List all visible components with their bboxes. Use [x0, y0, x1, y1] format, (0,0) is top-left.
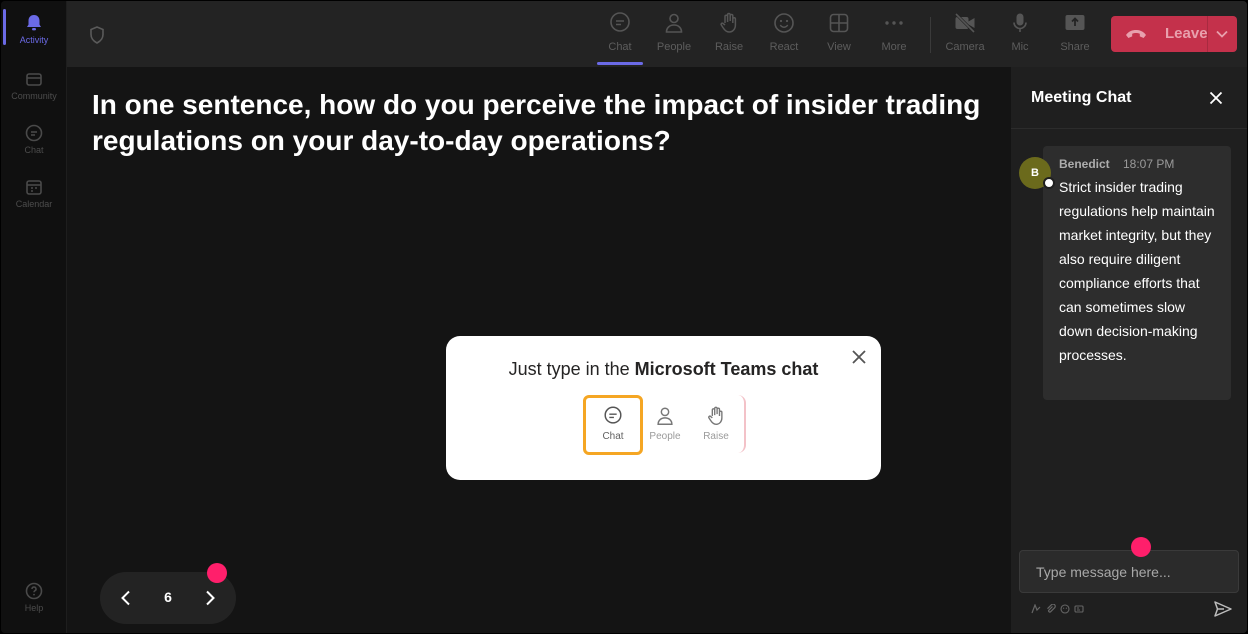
more-icon [885, 21, 903, 25]
tip-chat-button: Chat [583, 395, 643, 455]
chat-icon [25, 124, 43, 142]
rail-item-activity[interactable]: Activity [1, 7, 67, 55]
toolbar-view-label: View [827, 41, 851, 53]
rail-item-label: Community [11, 91, 57, 101]
toolbar-raise-button[interactable]: Raise [706, 11, 752, 61]
rail-item-community[interactable]: Community [1, 63, 67, 111]
smiley-icon [774, 13, 794, 33]
chat-icon [610, 12, 630, 32]
tip-toolbar-preview: Chat People Raise [583, 395, 746, 455]
rail-item-chat[interactable]: Chat [1, 117, 67, 165]
toolbar-view-button[interactable]: View [816, 11, 862, 61]
message-author: Benedict [1059, 157, 1110, 171]
shield-icon[interactable] [87, 25, 107, 45]
help-icon [25, 582, 43, 600]
message-time: 18:07 PM [1123, 157, 1175, 171]
meeting-chat-panel: Meeting Chat Benedict 18:07 PM Strict in… [1011, 67, 1247, 633]
chat-icon [604, 406, 622, 424]
rail-item-label: Help [24, 603, 44, 613]
pointer-indicator [207, 563, 227, 583]
tip-bold-text: Microsoft Teams chat [634, 359, 819, 379]
rail-item-help[interactable]: Help [1, 575, 67, 623]
toolbar-mic-label: Mic [1011, 41, 1029, 53]
rail-item-label: Activity [19, 35, 49, 45]
toolbar-raise-label: Raise [714, 41, 744, 53]
raise-hand-icon [708, 406, 723, 425]
rail-item-label: Chat [24, 145, 44, 155]
toolbar-react-label: React [769, 41, 799, 53]
close-icon[interactable] [851, 349, 867, 365]
message-input[interactable] [1019, 550, 1239, 593]
mic-icon [1013, 13, 1027, 32]
toolbar-share-label: Share [1060, 41, 1090, 53]
gif-icon[interactable] [1074, 604, 1084, 614]
close-icon[interactable] [1209, 91, 1223, 105]
toolbar-camera-button[interactable]: Camera [942, 11, 988, 61]
toolbar-divider [930, 17, 931, 53]
tip-chat-label: Chat [602, 431, 624, 442]
page-number: 6 [164, 589, 172, 605]
attach-icon[interactable] [1046, 604, 1056, 614]
toolbar-more-label: More [881, 41, 907, 53]
rail-item-label: Calendar [15, 199, 53, 209]
chat-title: Meeting Chat [1031, 89, 1132, 106]
toolbar-mic-button[interactable]: Mic [997, 11, 1043, 61]
toolbar-more-button[interactable]: More [871, 11, 917, 61]
people-icon [657, 407, 673, 425]
chevron-right-icon[interactable] [200, 588, 220, 608]
toolbar-people-label: People [656, 41, 692, 53]
toolbar-share-button[interactable]: Share [1052, 11, 1098, 61]
tip-text: Just type in the Microsoft Teams chat [446, 359, 881, 380]
calendar-icon [26, 180, 42, 195]
format-icon[interactable] [1031, 604, 1041, 614]
chat-message: Benedict 18:07 PM Strict insider trading… [1043, 146, 1231, 400]
tip-prefix: Just type in the [508, 359, 635, 379]
toolbar-people-button[interactable]: People [651, 11, 697, 61]
active-tab-indicator [597, 62, 643, 65]
community-icon [26, 73, 42, 86]
app-rail: Activity Community Chat Calendar Help [1, 1, 67, 633]
send-icon[interactable] [1213, 599, 1233, 619]
pointer-indicator [1131, 537, 1151, 557]
camera-off-icon [954, 12, 976, 34]
message-text: Strict insider trading regulations help … [1059, 179, 1215, 363]
presentation-stage: In one sentence, how do you perceive the… [67, 67, 1011, 633]
leave-button[interactable]: Leave [1111, 16, 1237, 52]
toolbar-chat-label: Chat [608, 41, 632, 53]
bell-icon [27, 15, 41, 31]
meeting-toolbar: Chat People Raise React View More Camera [67, 1, 1247, 67]
teams-window: Activity Community Chat Calendar Help Ch… [1, 1, 1247, 633]
chat-tip-popup: Just type in the Microsoft Teams chat Ch… [446, 336, 881, 480]
share-icon [1065, 15, 1085, 30]
leave-label: Leave [1165, 25, 1208, 42]
raise-hand-icon [720, 12, 737, 33]
tip-raise-label: Raise [703, 431, 729, 442]
grid-icon [829, 13, 849, 33]
leave-separator [1207, 16, 1208, 52]
chevron-left-icon[interactable] [116, 588, 136, 608]
presence-indicator [1043, 177, 1055, 189]
toolbar-chat-button[interactable]: Chat [597, 11, 643, 61]
chat-header: Meeting Chat [1011, 67, 1247, 129]
hang-up-icon [1126, 30, 1146, 38]
tip-raise-button: Raise [686, 395, 746, 455]
chevron-down-icon[interactable] [1215, 28, 1229, 40]
emoji-icon[interactable] [1060, 604, 1070, 614]
toolbar-camera-label: Camera [945, 41, 985, 53]
toolbar-react-button[interactable]: React [761, 11, 807, 61]
rail-item-calendar[interactable]: Calendar [1, 171, 67, 219]
question-title: In one sentence, how do you perceive the… [92, 89, 981, 156]
people-icon [665, 13, 683, 33]
